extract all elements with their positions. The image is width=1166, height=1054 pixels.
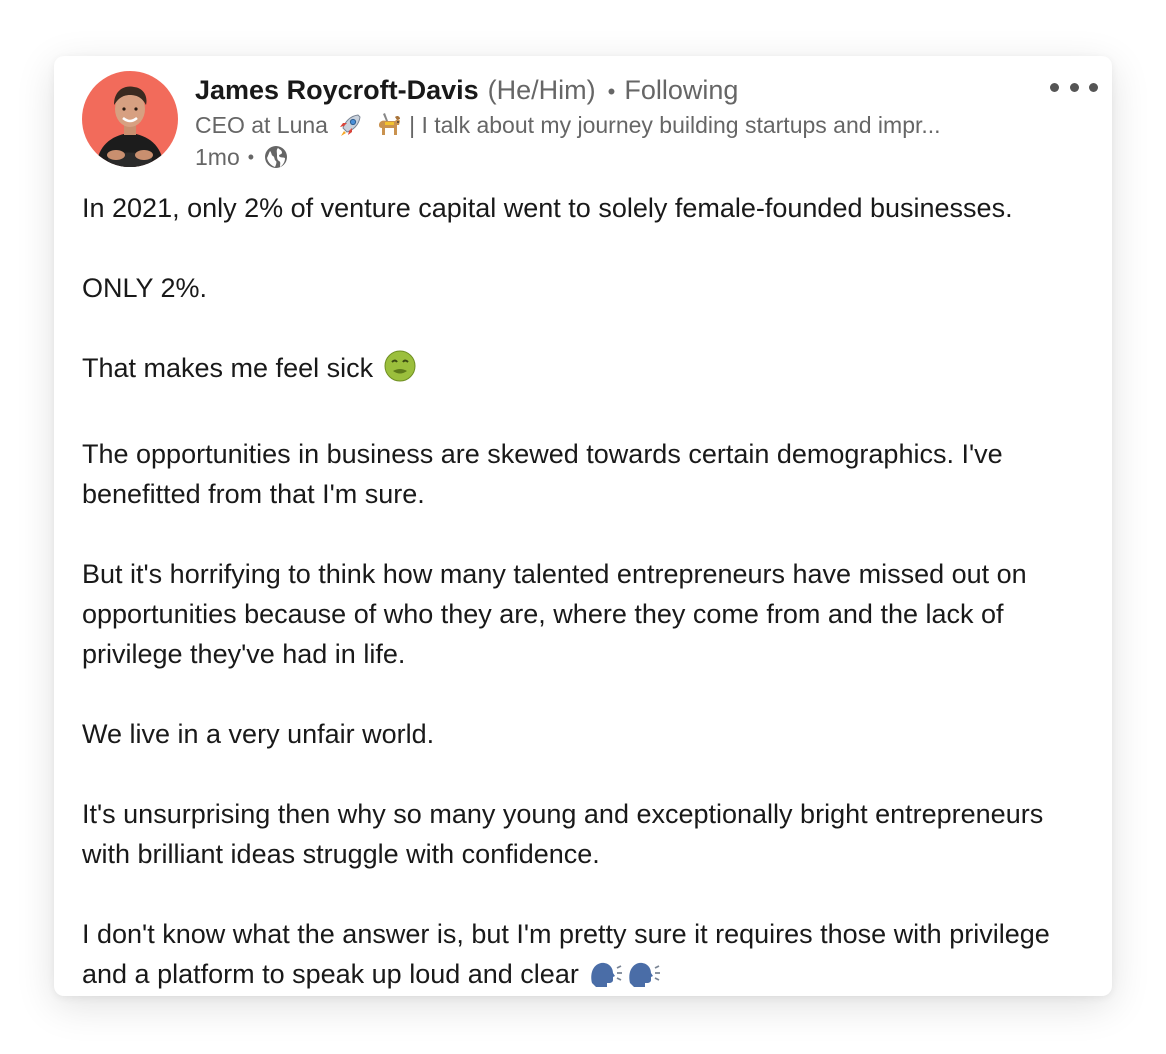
rocket-emoji — [336, 111, 364, 146]
author-photo — [82, 71, 178, 167]
post-paragraph: I don't know what the answer is, but I'm… — [82, 914, 1092, 996]
speaking-head-emoji — [588, 959, 624, 996]
post-paragraph: We live in a very unfair world. — [82, 719, 435, 749]
post-paragraph-text: I don't know what the answer is, but I'm… — [82, 919, 1050, 989]
post-age: 1mo — [195, 144, 240, 170]
meta-separator-dot: • — [247, 147, 255, 167]
post-paragraph: It's unsurprising then why so many young… — [82, 799, 1044, 869]
headline-suffix: | I talk about my journey building start… — [409, 112, 941, 138]
more-dot — [1069, 82, 1079, 92]
author-headline: CEO at Luna | I talk about my journey bu… — [195, 110, 1025, 146]
author-pronouns: (He/Him) — [487, 75, 596, 105]
post-meta: 1mo • — [195, 142, 289, 172]
post-paragraph: The opportunities in business are skewed… — [82, 439, 1003, 509]
nauseated-face-emoji — [383, 349, 417, 394]
separator-dot: • — [607, 79, 616, 104]
post-body: In 2021, only 2% of venture capital went… — [82, 188, 1092, 996]
headline-prefix: CEO at Luna — [195, 112, 328, 138]
author-avatar[interactable] — [82, 71, 178, 167]
post-paragraph-text: That makes me feel sick — [82, 353, 374, 383]
more-dot — [1089, 82, 1098, 92]
post-paragraph: But it's horrifying to think how many ta… — [82, 559, 1027, 669]
globe-icon — [263, 144, 289, 170]
more-options-button[interactable] — [1050, 76, 1098, 98]
more-horizontal-icon — [1050, 82, 1059, 92]
post-paragraph: In 2021, only 2% of venture capital went… — [82, 193, 1013, 223]
guide-dog-emoji — [373, 111, 403, 146]
post-paragraph: That makes me feel sick — [82, 348, 1092, 394]
author-name[interactable]: James Roycroft-Davis — [195, 75, 479, 106]
follow-status[interactable]: Following — [624, 75, 738, 106]
feed-post-card: James Roycroft-Davis (He/Him) • Followin… — [54, 56, 1112, 996]
post-paragraph: ONLY 2%. — [82, 273, 208, 303]
speaking-head-emoji — [626, 959, 662, 996]
post-author-line: James Roycroft-Davis (He/Him) • Followin… — [195, 75, 738, 109]
